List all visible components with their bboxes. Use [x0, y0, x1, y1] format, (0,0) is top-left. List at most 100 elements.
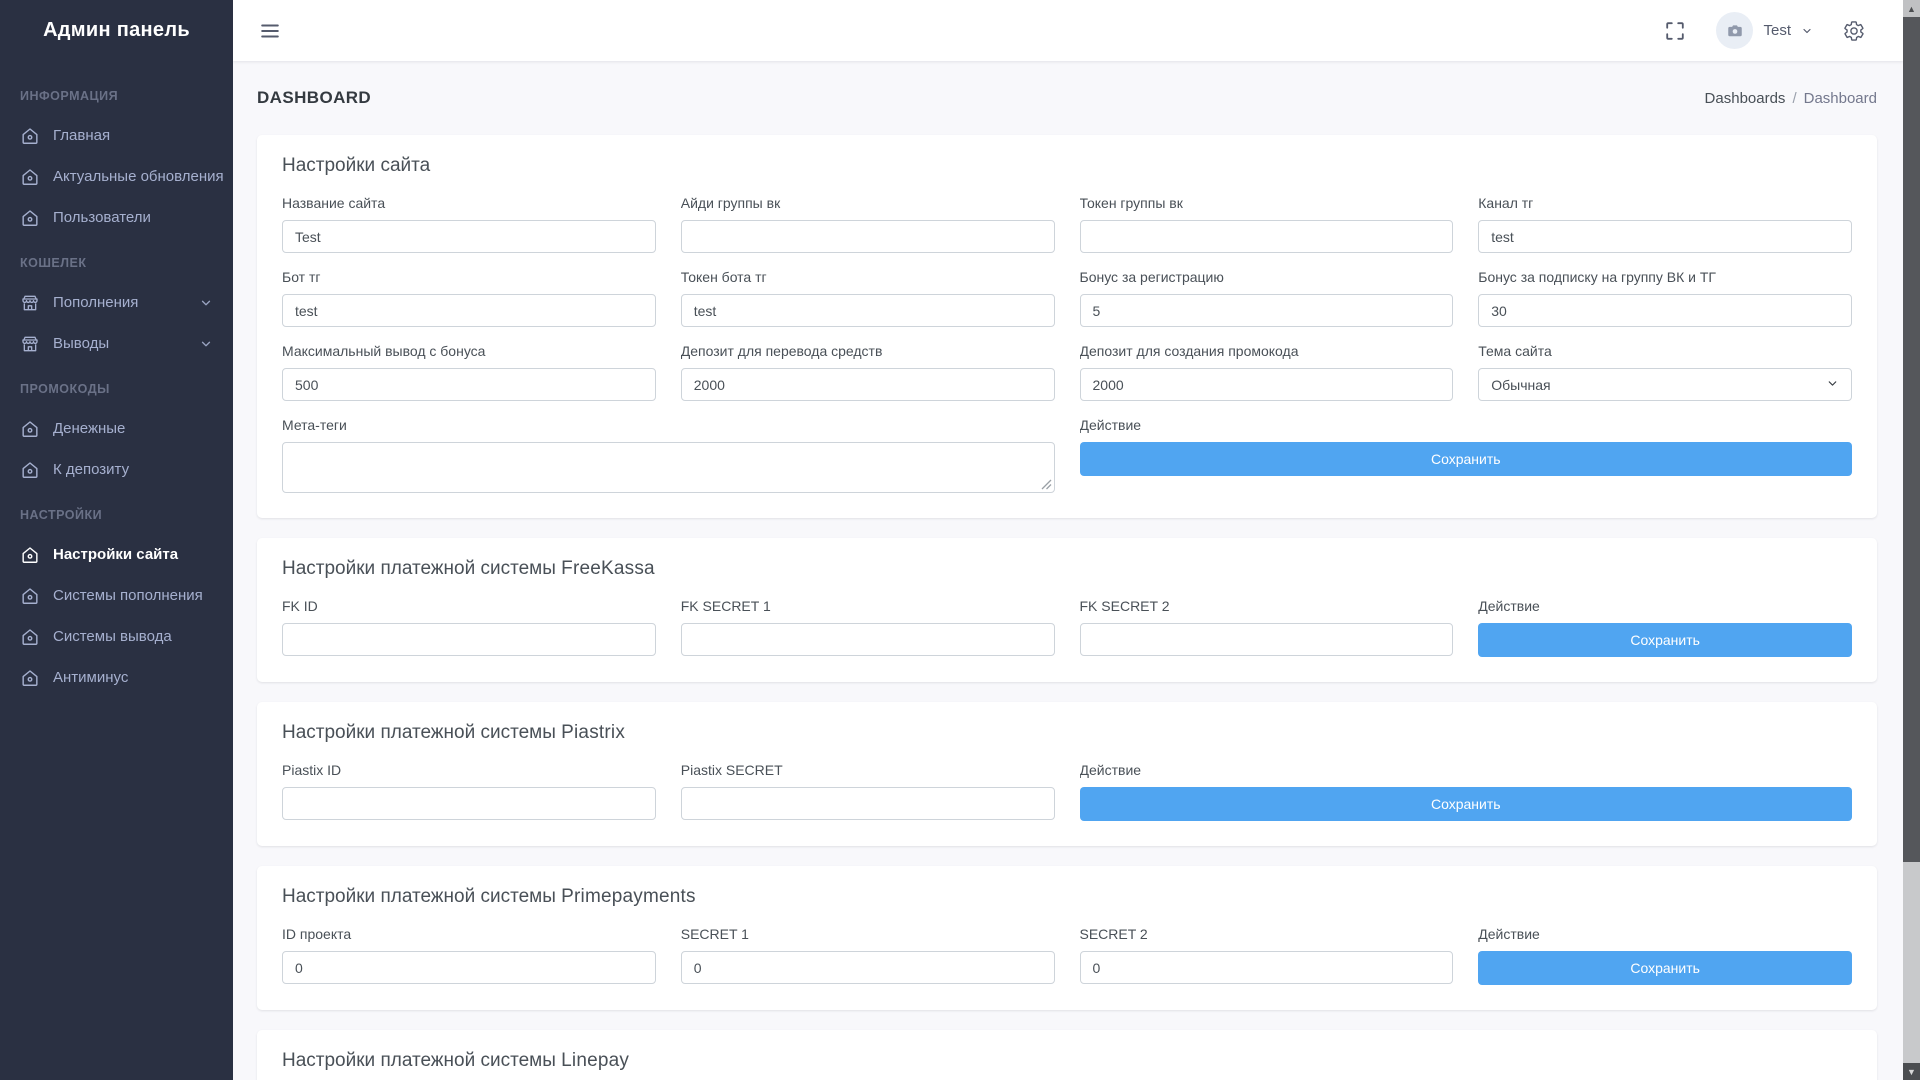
text-input[interactable]: [681, 787, 1055, 820]
scrollbar-thumb[interactable]: [1903, 17, 1920, 862]
fullscreen-icon[interactable]: [1664, 20, 1686, 42]
sidebar-item[interactable]: К депозиту: [0, 449, 233, 490]
field-label: Мета-теги: [282, 417, 1055, 433]
form-field: Название сайта: [282, 195, 656, 253]
form-field: FK ID: [282, 598, 656, 657]
home-icon: [20, 126, 40, 146]
field-label: Действие: [1478, 926, 1852, 942]
text-input[interactable]: [1080, 623, 1454, 656]
sidebar-item[interactable]: Антиминус: [0, 657, 233, 698]
save-button[interactable]: Сохранить: [1478, 951, 1852, 985]
form-field: ID проекта: [282, 926, 656, 985]
form-field: Действие Сохранить: [1080, 762, 1853, 821]
topbar: Test: [233, 0, 1903, 61]
text-input[interactable]: [1080, 368, 1454, 401]
field-label: ID проекта: [282, 926, 656, 942]
save-button[interactable]: Сохранить: [1080, 787, 1853, 821]
field-label: FK SECRET 2: [1080, 598, 1454, 614]
sidebar-item[interactable]: Пользователи: [0, 197, 233, 238]
payment-brand-name: Primepayments: [561, 886, 696, 907]
text-input[interactable]: [681, 951, 1055, 984]
form-field: Действие Сохранить: [1478, 598, 1852, 657]
field-label: Депозит для перевода средств: [681, 343, 1055, 359]
form-field: SECRET 1: [681, 926, 1055, 985]
form-field: Максимальный вывод с бонуса: [282, 343, 656, 401]
form-field: Бонус за регистрацию: [1080, 269, 1454, 327]
textarea-input[interactable]: [282, 442, 1055, 493]
sidebar-item[interactable]: Денежные: [0, 408, 233, 449]
form-field: Piastix SECRET: [681, 762, 1055, 821]
sidebar-item[interactable]: Выводы: [0, 323, 233, 364]
settings-card: Настройки платежной системы FreeKassaFK …: [257, 538, 1877, 682]
save-button[interactable]: Сохранить: [1080, 442, 1853, 476]
sidebar-item[interactable]: Системы вывода: [0, 616, 233, 657]
sidebar-item-label: Системы вывода: [53, 628, 172, 645]
form-field: FK SECRET 2: [1080, 598, 1454, 657]
payment-brand-name: Linepay: [561, 1050, 629, 1071]
breadcrumb: Dashboards/Dashboard: [1705, 90, 1877, 107]
card-title: Настройки платежной системы Primepayment…: [282, 886, 1852, 908]
text-input[interactable]: [282, 368, 656, 401]
text-input[interactable]: [1478, 294, 1852, 327]
sidebar: Админ панель ИНФОРМАЦИЯГлавнаяАктуальные…: [0, 0, 233, 1080]
text-input[interactable]: [1080, 951, 1454, 984]
field-label: Действие: [1478, 598, 1852, 614]
text-input[interactable]: [282, 294, 656, 327]
home-icon: [20, 668, 40, 688]
scrollbar-down-arrow-icon[interactable]: ▼: [1903, 1063, 1920, 1080]
field-label: Бонус за подписку на группу ВК и ТГ: [1478, 269, 1852, 285]
select-input[interactable]: Обычная: [1478, 368, 1852, 401]
field-label: Токен бота тг: [681, 269, 1055, 285]
card-title: Настройки сайта: [282, 155, 1852, 177]
sidebar-item-label: К депозиту: [53, 461, 129, 478]
sidebar-item[interactable]: Главная: [0, 115, 233, 156]
scrollbar-up-arrow-icon[interactable]: ▲: [1903, 0, 1920, 17]
text-input[interactable]: [681, 623, 1055, 656]
field-label: Тема сайта: [1478, 343, 1852, 359]
settings-gear-icon[interactable]: [1843, 20, 1865, 42]
store-icon: [20, 293, 40, 313]
user-name: Test: [1763, 22, 1791, 39]
sidebar-item-label: Актуальные обновления: [53, 168, 224, 185]
sidebar-item[interactable]: Пополнения: [0, 282, 233, 323]
form-field: Бонус за подписку на группу ВК и ТГ: [1478, 269, 1852, 327]
field-label: Бот тг: [282, 269, 656, 285]
text-input[interactable]: [282, 787, 656, 820]
field-label: Айди группы вк: [681, 195, 1055, 211]
breadcrumb-current: Dashboard: [1804, 90, 1877, 107]
sidebar-item-label: Пополнения: [53, 294, 138, 311]
hamburger-menu-icon[interactable]: [259, 20, 281, 42]
field-label: Максимальный вывод с бонуса: [282, 343, 656, 359]
sidebar-item[interactable]: Системы пополнения: [0, 575, 233, 616]
home-icon: [20, 586, 40, 606]
text-input[interactable]: [282, 623, 656, 656]
payment-brand-name: FreeKassa: [561, 558, 655, 579]
sidebar-item[interactable]: Актуальные обновления: [0, 156, 233, 197]
form-field: FK SECRET 1: [681, 598, 1055, 657]
form-field: Бот тг: [282, 269, 656, 327]
save-button[interactable]: Сохранить: [1478, 623, 1852, 657]
text-input[interactable]: [681, 368, 1055, 401]
breadcrumb-parent[interactable]: Dashboards: [1705, 90, 1786, 107]
field-label: Действие: [1080, 762, 1853, 778]
field-label: Канал тг: [1478, 195, 1852, 211]
text-input[interactable]: [1080, 294, 1454, 327]
text-input[interactable]: [1478, 220, 1852, 253]
sidebar-item[interactable]: Настройки сайта: [0, 534, 233, 575]
user-menu[interactable]: Test: [1716, 12, 1813, 49]
home-icon: [20, 419, 40, 439]
sidebar-item-label: Выводы: [53, 335, 109, 352]
select-value: Обычная: [1491, 377, 1550, 393]
text-input[interactable]: [681, 220, 1055, 253]
form-field: Piastix ID: [282, 762, 656, 821]
form-field: Депозит для перевода средств: [681, 343, 1055, 401]
text-input[interactable]: [282, 951, 656, 984]
field-label: Действие: [1080, 417, 1853, 433]
text-input[interactable]: [282, 220, 656, 253]
camera-icon: [1726, 22, 1744, 40]
card-title: Настройки платежной системы Piastrix: [282, 722, 1852, 744]
field-label: Бонус за регистрацию: [1080, 269, 1454, 285]
text-input[interactable]: [681, 294, 1055, 327]
text-input[interactable]: [1080, 220, 1454, 253]
sidebar-item-label: Настройки сайта: [53, 546, 178, 563]
